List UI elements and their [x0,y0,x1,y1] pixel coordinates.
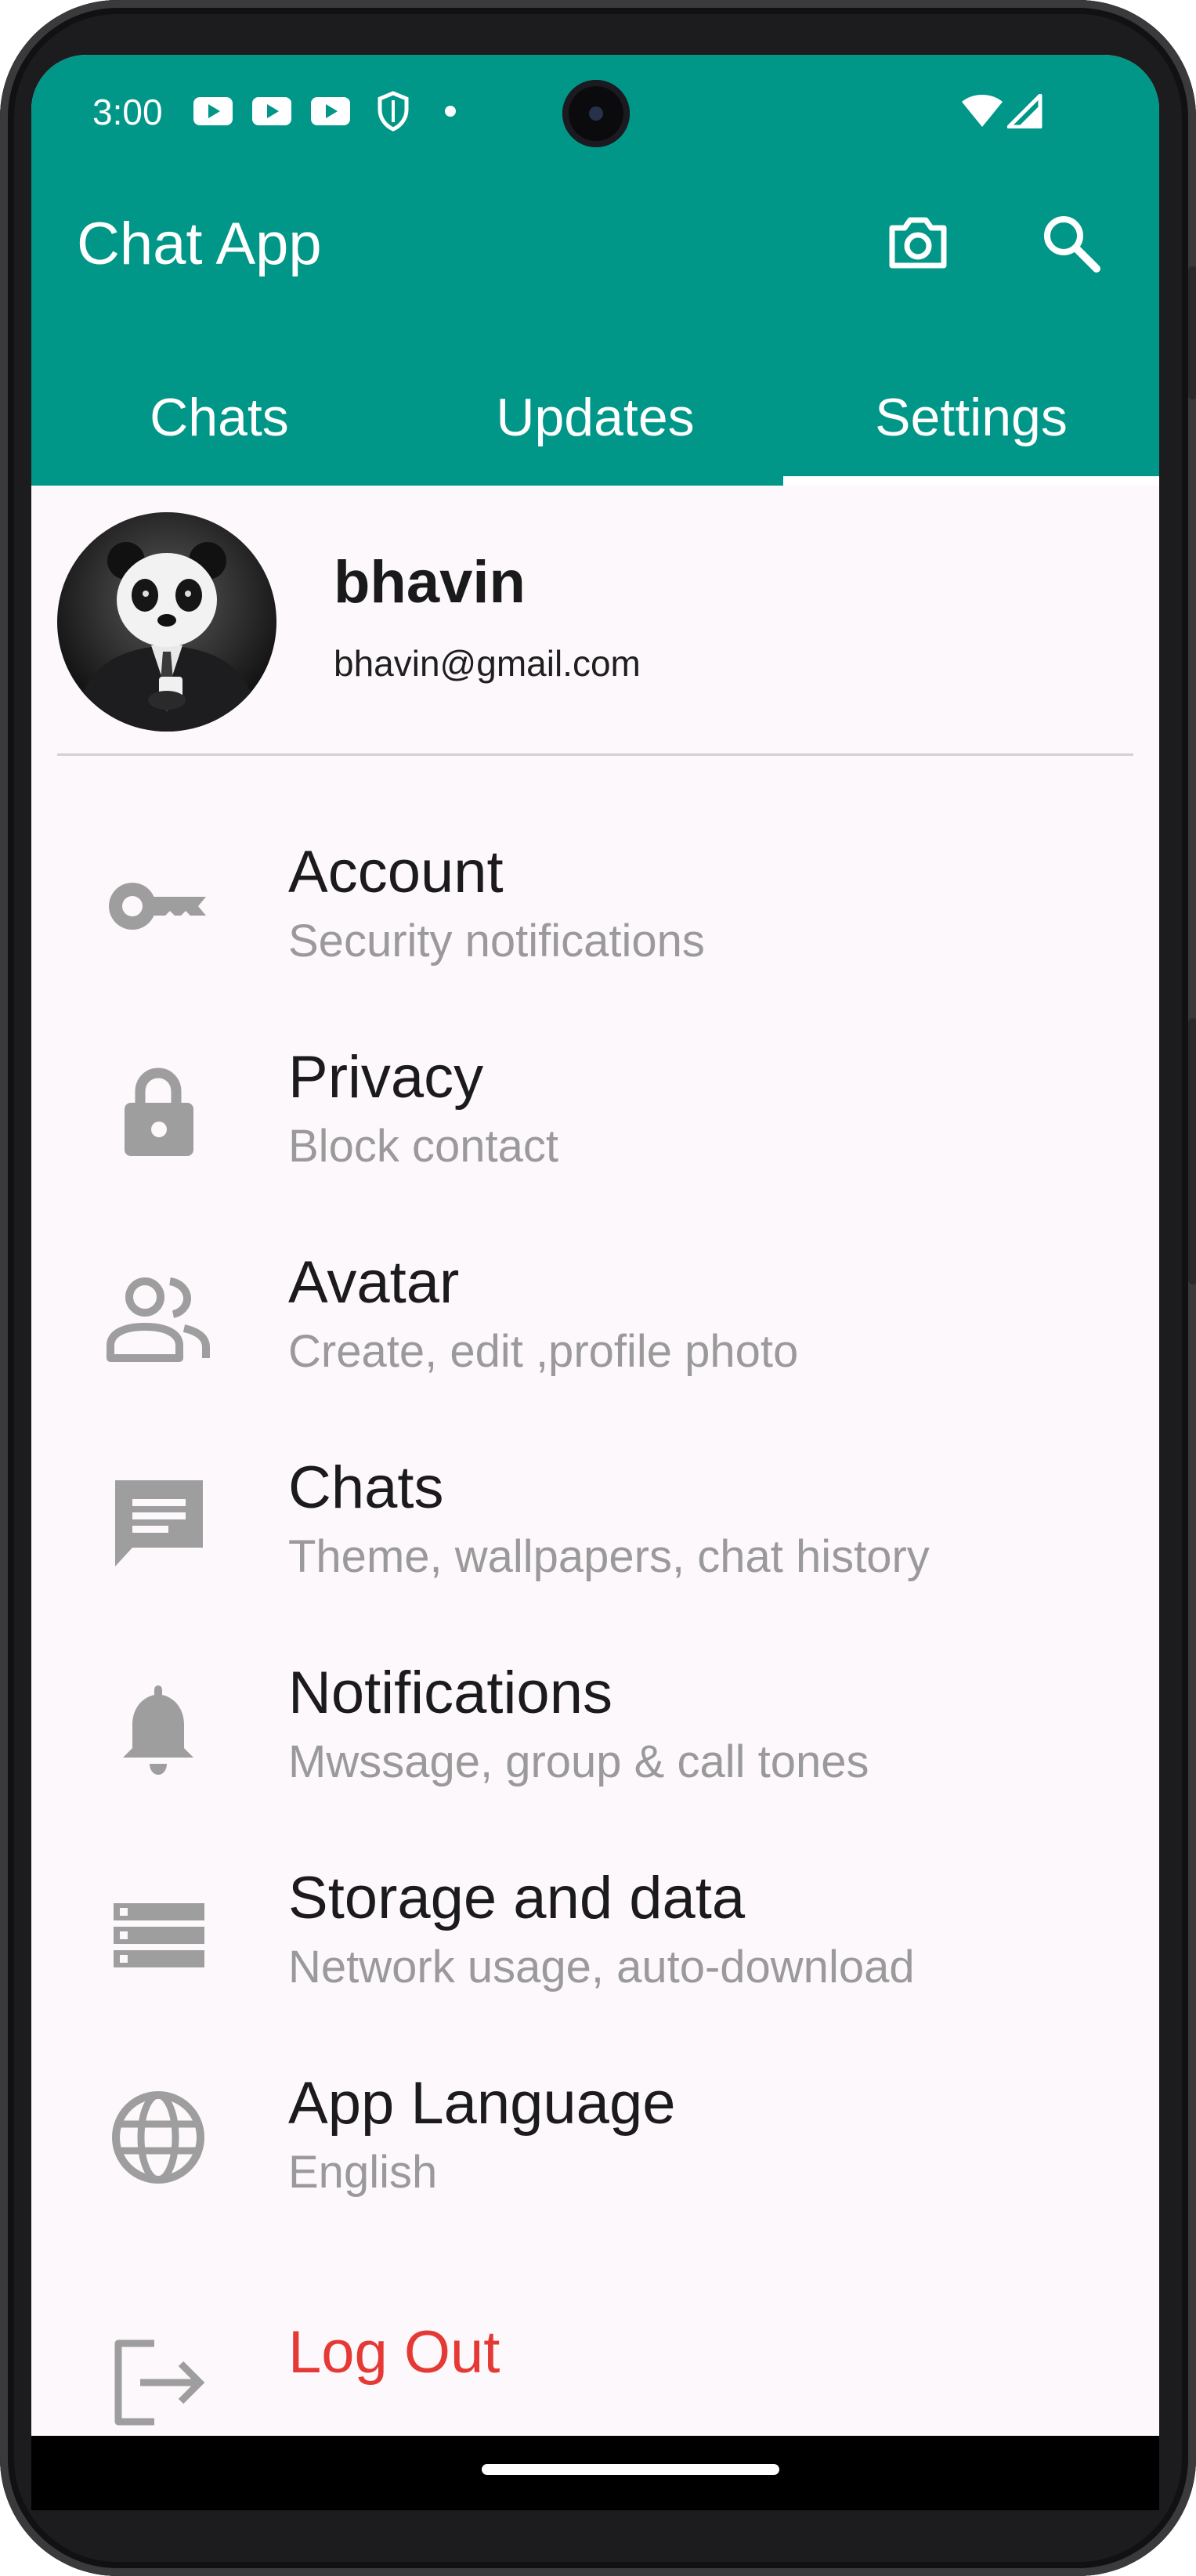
settings-item-notifications[interactable]: Notifications Mwssage, group & call tone… [31,1628,1159,1833]
dot-icon [445,106,456,117]
tab-indicator [783,476,1159,486]
youtube-icon [311,97,350,125]
wifi-icon [962,95,1003,127]
settings-item-avatar[interactable]: Avatar Create, edit ,profile photo [31,1217,1159,1422]
tab-updates[interactable]: Updates [407,368,783,486]
globe-icon [112,2091,204,2184]
shield-icon [378,91,409,132]
settings-item-chats[interactable]: Chats Theme, wallpapers, chat history [31,1422,1159,1628]
profile-header[interactable]: bhavin bhavin@gmail.com [31,486,1159,744]
status-time: 3:00 [92,92,163,132]
settings-item-account[interactable]: Account Security notifications [31,807,1159,1012]
youtube-icon [252,97,291,125]
logout-icon [114,2339,205,2426]
bell-icon [123,1685,193,1775]
settings-item-storage[interactable]: Storage and data Network usage, auto-dow… [31,1833,1159,2038]
settings-item-title: Storage and data [288,1865,746,1931]
chat-icon [115,1480,203,1566]
settings-item-subtitle: Theme, wallpapers, chat history [288,1531,930,1582]
logout-button[interactable]: Log Out [31,2243,1159,2448]
lock-icon [125,1068,193,1156]
settings-item-title: App Language [288,2070,676,2137]
settings-item-title: Chats [288,1454,444,1521]
settings-item-app-language[interactable]: App Language English [31,2038,1159,2243]
power-button [1188,1018,1196,1284]
tab-label: Updates [496,388,695,447]
divider [57,753,1133,756]
settings-item-subtitle: Create, edit ,profile photo [288,1326,799,1377]
youtube-icon [193,97,233,125]
tab-label: Chats [150,388,289,447]
settings-item-subtitle: Mwssage, group & call tones [288,1736,869,1787]
tab-settings[interactable]: Settings [783,368,1159,486]
settings-item-title: Account [288,839,504,905]
volume-button [1188,266,1196,399]
camera-icon[interactable] [883,208,953,278]
tab-bar: Chats Updates Settings [31,368,1159,486]
profile-email: bhavin@gmail.com [334,643,641,684]
panda-avatar-image [73,542,261,732]
settings-item-title: Notifications [288,1660,612,1726]
settings-item-subtitle: Network usage, auto-download [288,1942,915,1993]
home-indicator[interactable] [482,2464,779,2475]
settings-item-subtitle: Security notifications [288,916,705,966]
settings-item-subtitle: English [288,2147,438,2198]
front-camera [562,80,630,147]
tab-chats[interactable]: Chats [31,368,407,486]
settings-item-privacy[interactable]: Privacy Block contact [31,1012,1159,1217]
logout-label: Log Out [288,2319,500,2386]
app-screen: 3:00 Chat App Chats Updates Settings bha… [31,55,1159,2491]
status-bar: 3:00 [31,55,1159,172]
navigation-bar [31,2436,1159,2510]
key-icon [109,883,206,930]
settings-item-title: Avatar [288,1249,460,1316]
search-icon[interactable] [1035,208,1106,278]
settings-item-title: Privacy [288,1044,484,1111]
signal-icon [1007,94,1042,128]
avatar[interactable] [57,512,276,732]
storage-icon [114,1903,204,1967]
tab-label: Settings [875,388,1068,447]
settings-item-subtitle: Block contact [288,1121,558,1172]
people-icon [107,1277,210,1362]
app-title: Chat App [77,211,322,277]
profile-name: bhavin [334,549,526,616]
app-bar: 3:00 Chat App Chats Updates Settings [31,55,1159,486]
